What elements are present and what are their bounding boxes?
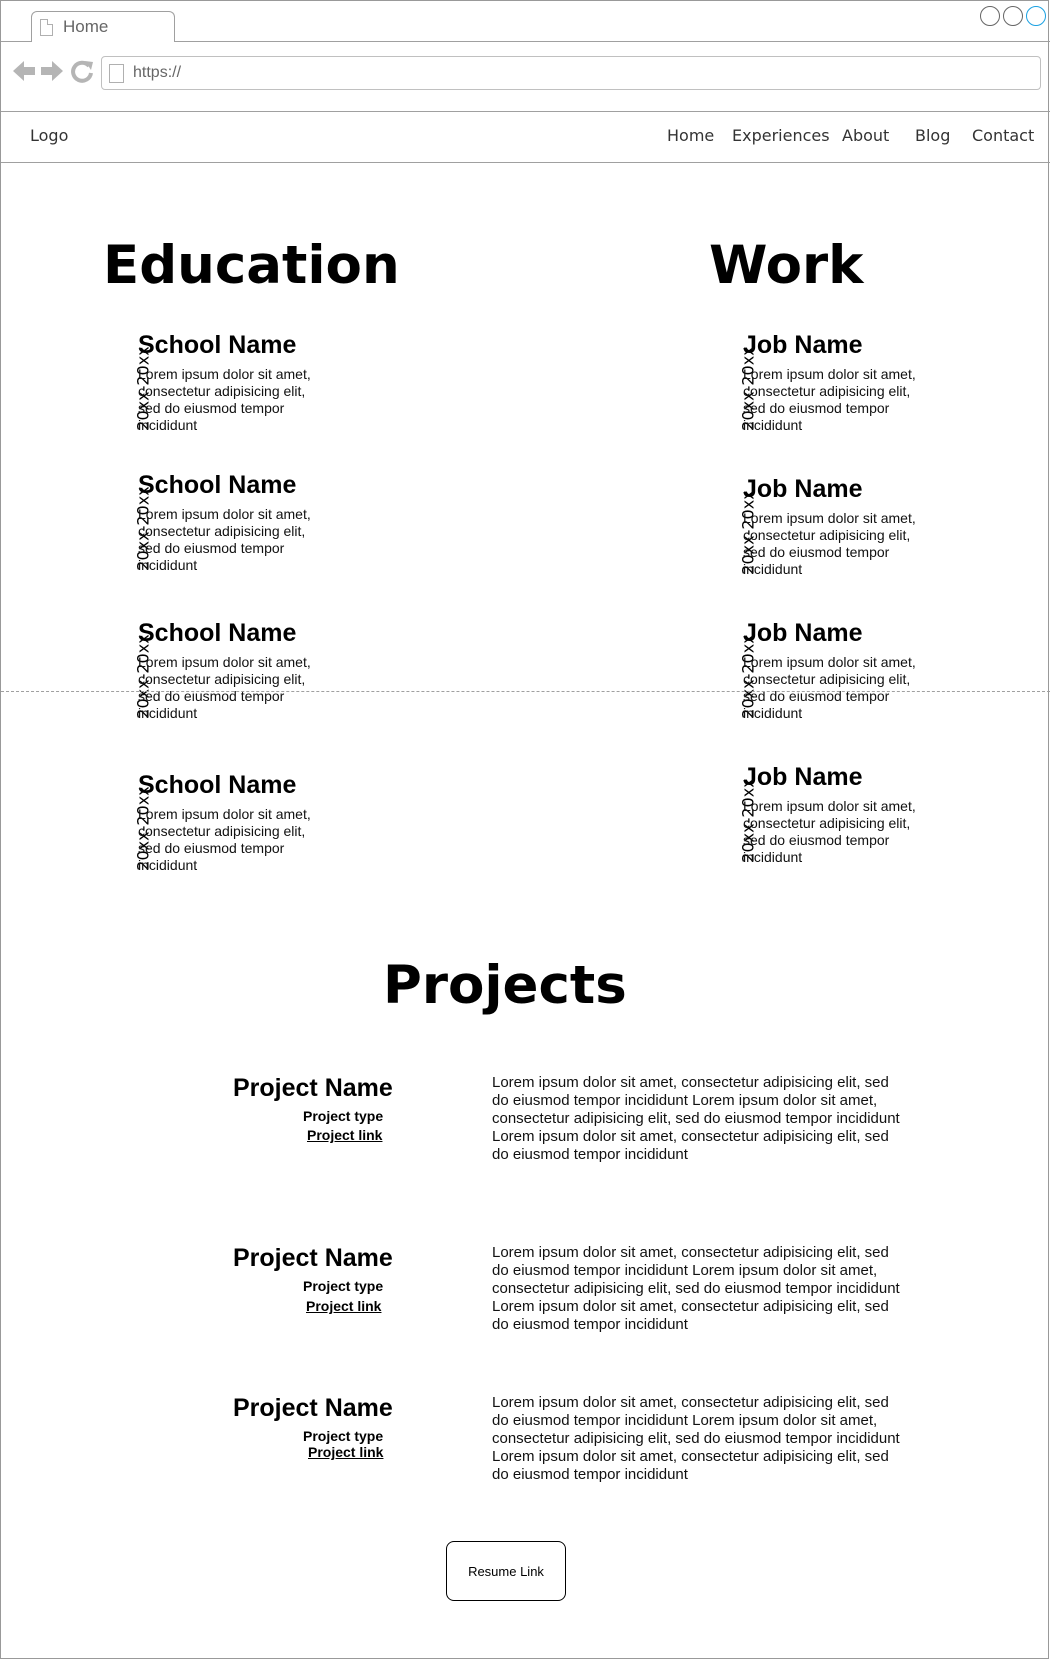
education-heading: Education: [103, 235, 400, 296]
project-name: Project Name: [233, 1244, 393, 1272]
school-name: School Name: [138, 331, 297, 359]
project-item: Project Name Project type Project link L…: [233, 1244, 913, 1374]
project-type: Project type: [303, 1278, 384, 1294]
school-description: Lorem ipsum dolor sit amet, consectetur …: [138, 366, 311, 433]
page-icon: [109, 64, 124, 83]
school-description: Lorem ipsum dolor sit amet, consectetur …: [138, 506, 311, 573]
job-name: Job Name: [743, 619, 863, 647]
url-text: https://: [133, 64, 182, 81]
logo[interactable]: Logo: [30, 126, 68, 145]
work-entry: 20xx-20xx Job Name Lorem ipsum dolor sit…: [710, 619, 1010, 729]
fold-divider: [1, 691, 1050, 692]
project-link[interactable]: Project link: [308, 1444, 383, 1460]
work-entry: 20xx-20xx Job Name Lorem ipsum dolor sit…: [710, 763, 1010, 873]
minimize-button[interactable]: [980, 6, 1000, 26]
forward-arrow-icon[interactable]: [39, 58, 65, 84]
back-arrow-icon[interactable]: [11, 58, 37, 84]
window-controls: [980, 6, 1046, 26]
project-description: Lorem ipsum dolor sit amet, consectetur …: [492, 1244, 900, 1333]
school-name: School Name: [138, 771, 297, 799]
tab-bar: Home: [1, 1, 1050, 42]
projects-heading: Projects: [383, 955, 627, 1016]
project-item: Project Name Project type Project link L…: [233, 1394, 913, 1524]
resume-link-button[interactable]: Resume Link: [446, 1541, 566, 1601]
education-entry: 20xx-20xx School Name Lorem ipsum dolor …: [105, 471, 405, 581]
project-description: Lorem ipsum dolor sit amet, consectetur …: [492, 1394, 900, 1483]
education-entry: 20xx-20xx School Name Lorem ipsum dolor …: [105, 771, 405, 881]
project-name: Project Name: [233, 1394, 393, 1422]
tab-label: Home: [63, 17, 109, 36]
nav-contact[interactable]: Contact: [972, 126, 1034, 145]
browser-window: Home https:// Logo Home Experiences Abou…: [0, 0, 1050, 1659]
browser-tab[interactable]: Home: [31, 11, 175, 42]
job-name: Job Name: [743, 331, 863, 359]
reload-icon[interactable]: [70, 59, 94, 83]
nav-about[interactable]: About: [842, 126, 889, 145]
close-button[interactable]: [1026, 6, 1046, 26]
project-item: Project Name Project type Project link L…: [233, 1074, 913, 1204]
job-description: Lorem ipsum dolor sit amet, consectetur …: [743, 366, 916, 433]
work-heading: Work: [709, 235, 864, 296]
nav-home[interactable]: Home: [667, 126, 714, 145]
job-name: Job Name: [743, 475, 863, 503]
project-description: Lorem ipsum dolor sit amet, consectetur …: [492, 1074, 900, 1163]
page-icon: [40, 19, 53, 36]
project-type: Project type: [303, 1108, 384, 1124]
job-name: Job Name: [743, 763, 863, 791]
nav-experiences[interactable]: Experiences: [732, 126, 830, 145]
project-type: Project type: [303, 1428, 384, 1444]
project-link[interactable]: Project link: [307, 1127, 382, 1143]
job-description: Lorem ipsum dolor sit amet, consectetur …: [743, 798, 916, 865]
maximize-button[interactable]: [1003, 6, 1023, 26]
work-entry: 20xx-20xx Job Name Lorem ipsum dolor sit…: [710, 475, 1010, 585]
job-description: Lorem ipsum dolor sit amet, consectetur …: [743, 654, 916, 721]
school-name: School Name: [138, 619, 297, 647]
school-description: Lorem ipsum dolor sit amet, consectetur …: [138, 806, 311, 873]
project-link[interactable]: Project link: [306, 1298, 381, 1314]
job-description: Lorem ipsum dolor sit amet, consectetur …: [743, 510, 916, 577]
site-navbar: Logo Home Experiences About Blog Contact: [1, 112, 1050, 163]
url-field[interactable]: https://: [101, 56, 1041, 90]
school-description: Lorem ipsum dolor sit amet, consectetur …: [138, 654, 311, 721]
education-entry: 20xx-20xx School Name Lorem ipsum dolor …: [105, 619, 405, 729]
education-entry: 20xx-20xx School Name Lorem ipsum dolor …: [105, 331, 405, 441]
school-name: School Name: [138, 471, 297, 499]
project-name: Project Name: [233, 1074, 393, 1102]
work-entry: 20xx-20xx Job Name Lorem ipsum dolor sit…: [710, 331, 1010, 441]
address-bar-row: https://: [1, 42, 1050, 112]
nav-blog[interactable]: Blog: [915, 126, 950, 145]
